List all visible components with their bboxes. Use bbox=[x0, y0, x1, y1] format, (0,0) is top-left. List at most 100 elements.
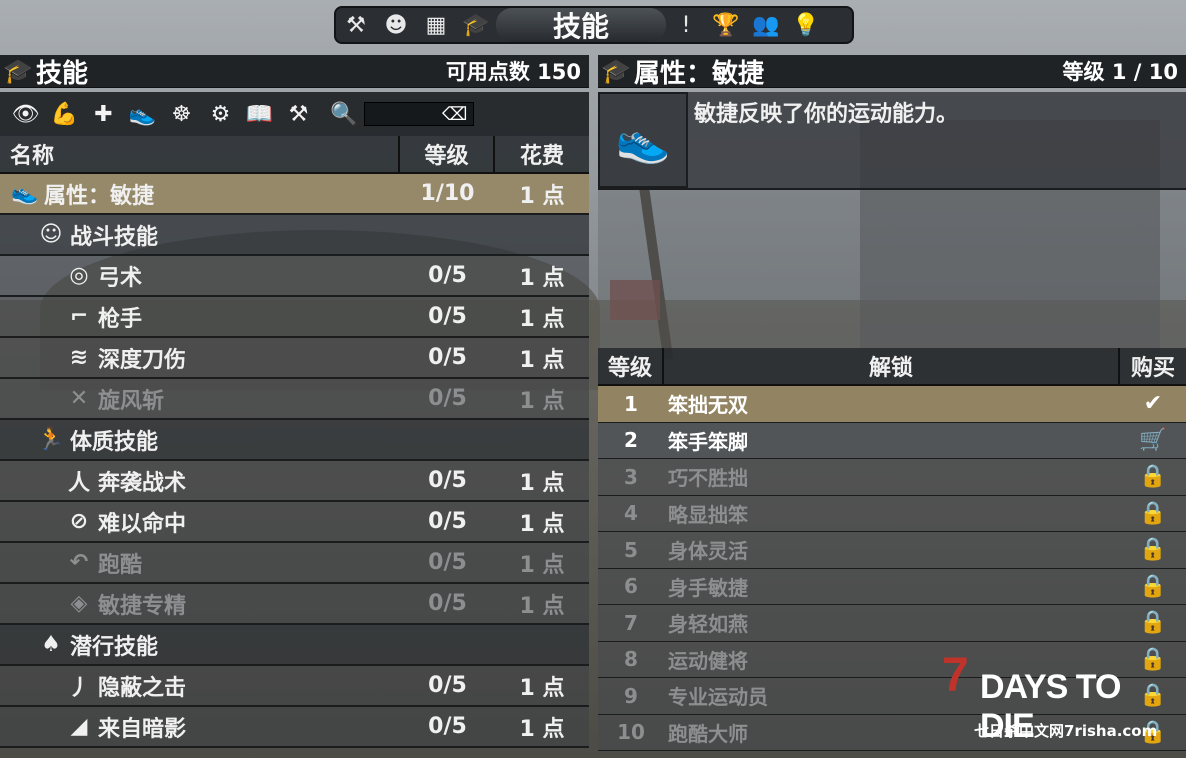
cart-icon[interactable]: 🛒 bbox=[1120, 428, 1186, 453]
skill-row[interactable]: ◢ 来自暗影 0/5 1 点 bbox=[0, 707, 589, 748]
checkmark-icon: ✔ bbox=[1143, 391, 1163, 417]
skill-icon: ⌐ bbox=[69, 304, 89, 329]
gear-icon[interactable]: ⚙ bbox=[201, 96, 240, 132]
search-box: 🔍 ⌫ bbox=[330, 102, 474, 127]
unlock-row[interactable]: 7 身轻如燕 🔒 bbox=[598, 605, 1186, 642]
skill-icon: ⼃ bbox=[67, 675, 90, 701]
col-name[interactable]: 名称 bbox=[0, 136, 400, 172]
skill-category-row[interactable]: 🏃 体质技能 bbox=[0, 420, 589, 461]
skill-category-row[interactable]: ♠ 潜行技能 bbox=[0, 625, 589, 666]
unlock-row[interactable]: 2 笨手笨脚 🛒 bbox=[598, 422, 1186, 459]
agility-shoe-icon: 👟 bbox=[598, 92, 688, 188]
skill-name-cell: ⼈ 奔袭战术 bbox=[0, 465, 400, 497]
skill-cost: 1 点 bbox=[519, 552, 565, 578]
unlock-name: 身轻如燕 bbox=[668, 612, 748, 637]
skill-level: 1/10 bbox=[420, 181, 475, 206]
graduation-cap-icon: 🎓 bbox=[3, 57, 33, 85]
top-nav-bar: ⚒ ☻ ▦ 🎓 技能 ! 🏆 👥 💡 bbox=[334, 6, 854, 44]
skill-icon: 👟 bbox=[11, 181, 39, 206]
skill-row[interactable]: ⼈ 奔袭战术 0/5 1 点 bbox=[0, 461, 589, 502]
attribute-description: 敏捷反映了你的运动能力。 bbox=[688, 92, 1186, 188]
skill-level: 0/5 bbox=[428, 345, 467, 370]
filter-toolbar: 👁 💪 ✚ 👟 ☸ ⚙ 📖 ⚒ 🔍 ⌫ bbox=[0, 92, 589, 136]
trophy-icon[interactable]: 🏆 bbox=[706, 8, 746, 42]
skill-level: 0/5 bbox=[428, 550, 467, 575]
skill-row[interactable]: ⼃ 隐蔽之击 0/5 1 点 bbox=[0, 666, 589, 707]
unlock-level: 8 bbox=[624, 647, 638, 672]
health-icon[interactable]: ✚ bbox=[84, 96, 123, 132]
unlock-row[interactable]: 1 笨拙无双 ✔ bbox=[598, 386, 1186, 423]
skill-row[interactable]: ◈ 敏捷专精 0/5 1 点 bbox=[0, 584, 589, 625]
unlock-row[interactable]: 5 身体灵活 🔒 bbox=[598, 532, 1186, 569]
agility-icon[interactable]: 👟 bbox=[123, 96, 162, 132]
unlock-name: 身手敏捷 bbox=[668, 575, 748, 600]
eye-icon[interactable]: 👁 bbox=[6, 96, 45, 132]
book-icon[interactable]: 📖 bbox=[240, 96, 279, 132]
skill-name-cell: ◎ 弓术 bbox=[0, 260, 400, 292]
available-points: 可用点数 150 bbox=[445, 60, 581, 84]
skill-level: 0/5 bbox=[428, 468, 467, 493]
skill-name-cell: ⌐ 枪手 bbox=[0, 301, 400, 333]
skill-level: 0/5 bbox=[428, 263, 467, 288]
skill-row[interactable]: ≋ 深度刀伤 0/5 1 点 bbox=[0, 338, 589, 379]
skill-name: 敏捷专精 bbox=[98, 593, 187, 619]
skill-name-cell: ☺ 战斗技能 bbox=[0, 219, 400, 251]
skills-title: 技能 bbox=[36, 58, 89, 89]
skills-icon[interactable]: 🎓 bbox=[456, 8, 496, 42]
skill-icon: ⼈ bbox=[67, 470, 90, 496]
skill-name: 难以命中 bbox=[98, 511, 187, 537]
skill-name-cell: 👟 属性：敏捷 bbox=[0, 178, 400, 210]
skills-header: 🎓 技能 可用点数 150 bbox=[0, 55, 589, 89]
skill-row[interactable]: ✕ 旋风斩 0/5 1 点 bbox=[0, 379, 589, 420]
unlock-row[interactable]: 4 略显拙笨 🔒 bbox=[598, 495, 1186, 532]
skill-name: 奔袭战术 bbox=[98, 470, 187, 496]
skill-row[interactable]: ⌐ 枪手 0/5 1 点 bbox=[0, 297, 589, 338]
skill-name: 隐蔽之击 bbox=[98, 675, 187, 701]
skills-column-header: 名称 等级 花费 bbox=[0, 136, 589, 174]
skill-name-cell: ≋ 深度刀伤 bbox=[0, 342, 400, 374]
hammer-icon[interactable]: ⚒ bbox=[279, 96, 318, 132]
skill-level: 0/5 bbox=[428, 591, 467, 616]
skill-row[interactable]: ⊘ 难以命中 0/5 1 点 bbox=[0, 502, 589, 543]
skill-category-row[interactable]: ☺ 战斗技能 bbox=[0, 215, 589, 256]
skill-name: 深度刀伤 bbox=[98, 347, 187, 373]
skill-name-cell: ◈ 敏捷专精 bbox=[0, 588, 400, 620]
character-icon[interactable]: ☻ bbox=[376, 8, 416, 42]
skill-icon: 🏃 bbox=[37, 427, 65, 452]
unlock-name: 笨拙无双 bbox=[668, 393, 748, 418]
skill-name-cell: ⊘ 难以命中 bbox=[0, 506, 400, 538]
col-cost[interactable]: 花费 bbox=[495, 136, 589, 172]
map-icon[interactable]: ▦ bbox=[416, 8, 456, 42]
skill-row[interactable]: ◎ 弓术 0/5 1 点 bbox=[0, 256, 589, 297]
unlock-row[interactable]: 3 巧不胜拙 🔒 bbox=[598, 459, 1186, 496]
skill-icon: ≋ bbox=[69, 345, 89, 370]
skill-row[interactable]: 👟 属性：敏捷 1/10 1 点 bbox=[0, 174, 589, 215]
exclamation-icon[interactable]: ! bbox=[666, 8, 706, 42]
nav-title: 技能 bbox=[496, 8, 666, 43]
lock-icon: 🔒 bbox=[1139, 464, 1167, 490]
skill-level: 0/5 bbox=[428, 673, 467, 698]
skill-icon: ✕ bbox=[69, 386, 89, 411]
unlock-level: 10 bbox=[617, 720, 645, 745]
skill-name-cell: ♠ 潜行技能 bbox=[0, 629, 400, 661]
unlock-level: 2 bbox=[624, 428, 638, 453]
strength-icon[interactable]: 💪 bbox=[45, 96, 84, 132]
skill-name: 来自暗影 bbox=[98, 716, 187, 742]
skill-name: 跑酷 bbox=[98, 552, 143, 578]
clear-search-icon[interactable]: ⌫ bbox=[442, 104, 472, 125]
col-level[interactable]: 等级 bbox=[400, 136, 495, 172]
attribute-preview-area bbox=[598, 188, 1186, 348]
unlock-level: 7 bbox=[624, 610, 638, 635]
attribute-info: 👟 敏捷反映了你的运动能力。 bbox=[598, 92, 1186, 188]
skill-cost: 1 点 bbox=[519, 511, 565, 537]
skill-row[interactable]: ↶ 跑酷 0/5 1 点 bbox=[0, 543, 589, 584]
lightbulb-icon[interactable]: 💡 bbox=[786, 8, 826, 42]
unlock-level: 4 bbox=[624, 501, 638, 526]
brain-icon[interactable]: ☸ bbox=[162, 96, 201, 132]
skill-name: 战斗技能 bbox=[70, 224, 159, 250]
skill-name: 旋风斩 bbox=[98, 388, 165, 414]
hammer-icon[interactable]: ⚒ bbox=[336, 8, 376, 42]
players-icon[interactable]: 👥 bbox=[746, 8, 786, 42]
unlock-row[interactable]: 6 身手敏捷 🔒 bbox=[598, 568, 1186, 605]
skill-icon: ⊘ bbox=[69, 509, 89, 534]
